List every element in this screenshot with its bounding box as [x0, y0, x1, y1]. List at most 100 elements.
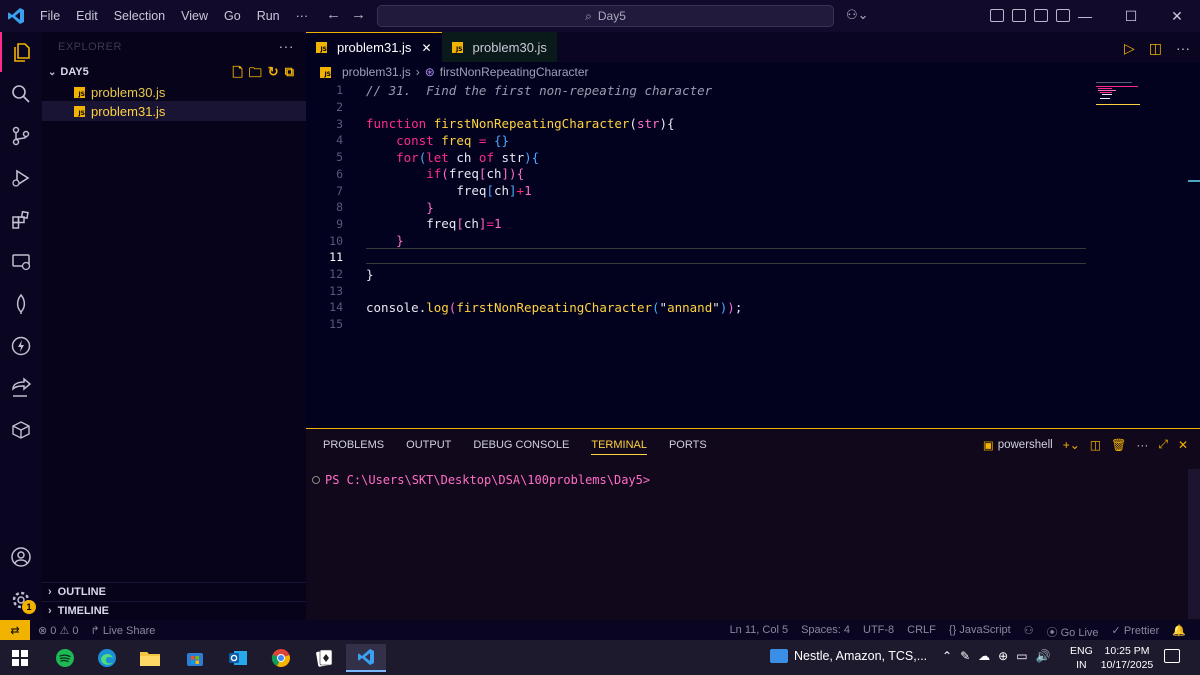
live-share-status[interactable]: ↱ Live Share	[91, 624, 156, 637]
problems-status[interactable]: ⊗ 0 ⚠ 0	[38, 624, 79, 637]
editor-scrollbar[interactable]	[1188, 180, 1200, 182]
news-widget[interactable]: Nestle, Amazon, TCS,...	[770, 649, 927, 663]
terminal-scrollbar[interactable]	[1188, 469, 1200, 619]
prettier-status[interactable]: ✓ Prettier	[1112, 624, 1160, 640]
menu-selection[interactable]: Selection	[106, 9, 173, 23]
line-number: 13	[329, 283, 343, 298]
code-line: 6 if(freq[ch]){	[306, 166, 1086, 183]
accounts-icon[interactable]	[0, 537, 42, 577]
tab-ports[interactable]: PORTS	[669, 439, 707, 455]
notifications-bell-icon[interactable]: 🔔	[1172, 624, 1186, 640]
lang-region: IN	[1076, 659, 1087, 671]
menu-run[interactable]: Run	[249, 9, 288, 23]
solitaire-icon[interactable]	[304, 644, 344, 672]
chevron-up-icon[interactable]: ⌃	[942, 649, 952, 663]
menu-edit[interactable]: Edit	[68, 9, 106, 23]
run-icon[interactable]: ▷	[1124, 40, 1135, 57]
outline-section[interactable]: › OUTLINE	[42, 582, 306, 601]
search-sidebar-icon[interactable]	[0, 74, 42, 114]
file-explorer-icon[interactable]	[130, 644, 170, 672]
terminal-shell-selector[interactable]: ▣ powershell	[983, 438, 1053, 452]
remote-explorer-icon[interactable]	[0, 242, 42, 282]
cursor-position[interactable]: Ln 11, Col 5	[730, 624, 789, 640]
tab-close-icon[interactable]: ✕	[421, 41, 431, 55]
tab-problems[interactable]: PROBLEMS	[323, 439, 384, 455]
chrome-icon[interactable]	[261, 644, 301, 672]
js-file-icon: JS	[451, 41, 463, 53]
encoding[interactable]: UTF-8	[863, 624, 894, 640]
search-icon: ⌕	[585, 8, 592, 23]
maximize-panel-icon[interactable]: ⤢	[1158, 437, 1168, 452]
split-editor-icon[interactable]: ◫	[1149, 40, 1162, 57]
split-terminal-icon[interactable]: ◫	[1090, 438, 1101, 452]
menu-file[interactable]: File	[32, 9, 68, 23]
breadcrumb-file[interactable]: problem31.js	[342, 65, 411, 79]
edge-browser-icon[interactable]	[87, 644, 127, 672]
remote-indicator-icon[interactable]: ⇄	[0, 620, 30, 640]
lightning-icon[interactable]	[0, 326, 42, 366]
forward-arrow-icon[interactable]: →	[351, 6, 366, 23]
file-problem31[interactable]: JS problem31.js	[42, 101, 306, 121]
pen-icon[interactable]: ✎	[960, 649, 970, 663]
back-arrow-icon[interactable]: ←	[326, 6, 341, 23]
microsoft-store-icon[interactable]	[175, 644, 215, 672]
volume-icon[interactable]: 🔊	[1036, 649, 1051, 663]
more-actions-icon[interactable]: ···	[1136, 438, 1148, 452]
close-button[interactable]: ✕	[1154, 0, 1200, 32]
network-icon[interactable]: ⊕	[998, 649, 1008, 663]
terminal-output[interactable]: PS C:\Users\SKT\Desktop\DSA\100problems\…	[312, 473, 650, 487]
extensions-icon[interactable]	[0, 200, 42, 240]
breadcrumb-symbol[interactable]: firstNonRepeatingCharacter	[440, 65, 589, 79]
outlook-icon[interactable]	[218, 644, 258, 672]
tab-debug-console[interactable]: DEBUG CONSOLE	[473, 439, 569, 455]
new-terminal-icon[interactable]: +⌄	[1063, 438, 1080, 452]
settings-gear-icon[interactable]	[0, 580, 42, 620]
command-center-search[interactable]: ⌕ Day5	[377, 5, 834, 27]
copilot-status-icon[interactable]: ⚇	[1024, 624, 1034, 640]
tab-problem31[interactable]: JS problem31.js ✕	[306, 32, 442, 62]
tab-problem30[interactable]: JS problem30.js	[441, 32, 557, 62]
status-right: Ln 11, Col 5 Spaces: 4 UTF-8 CRLF {} Jav…	[730, 624, 1186, 640]
file-problem30[interactable]: JS problem30.js	[42, 82, 306, 102]
clock[interactable]: 10:25 PM 10/17/2025	[1098, 644, 1156, 672]
language-indicator[interactable]: ENG IN	[1070, 644, 1093, 672]
end-of-line[interactable]: CRLF	[907, 624, 936, 640]
toggle-panel-icon[interactable]	[1034, 9, 1048, 22]
vscode-taskbar-icon[interactable]	[346, 644, 386, 672]
menu-go[interactable]: Go	[216, 9, 249, 23]
notification-center-icon[interactable]	[1164, 649, 1180, 663]
timeline-section[interactable]: › TIMELINE	[42, 601, 306, 620]
go-live-button[interactable]: ⦿ Go Live	[1047, 624, 1099, 640]
minimize-button[interactable]: —	[1062, 0, 1108, 32]
close-panel-icon[interactable]: ✕	[1178, 438, 1188, 452]
explorer-icon[interactable]	[0, 32, 42, 72]
source-control-icon[interactable]	[0, 116, 42, 156]
cloud-icon[interactable]: ☁	[978, 649, 990, 663]
live-share-icon[interactable]	[0, 368, 42, 408]
battery-icon[interactable]: ▭	[1016, 649, 1027, 663]
menu-view[interactable]: View	[173, 9, 216, 23]
indentation[interactable]: Spaces: 4	[801, 624, 850, 640]
containers-icon[interactable]	[0, 410, 42, 450]
outline-label: OUTLINE	[57, 586, 106, 598]
code-text: console.log(firstNonRepeatingCharacter("…	[366, 299, 743, 315]
explorer-header: EXPLORER ···	[42, 32, 306, 62]
explorer-more-button[interactable]: ···	[279, 38, 295, 54]
code-editor[interactable]: 1 // 31. Find the first non-repeating cha…	[306, 82, 1200, 428]
tab-terminal[interactable]: TERMINAL	[591, 439, 647, 455]
folder-day5[interactable]: ⌄ DAY5 🗋 🗀 ↻ ⧉	[42, 62, 306, 82]
copilot-icon[interactable]: ⚇⌄	[846, 7, 869, 23]
language-mode[interactable]: {} JavaScript	[949, 624, 1011, 640]
windows-start-icon[interactable]	[0, 644, 40, 672]
toggle-sidebar-icon[interactable]	[1012, 9, 1026, 22]
more-actions-icon[interactable]: ···	[1176, 40, 1190, 57]
minimap[interactable]	[1092, 80, 1152, 110]
tab-output[interactable]: OUTPUT	[406, 439, 451, 455]
spotify-icon[interactable]	[45, 644, 85, 672]
customize-layout-icon[interactable]	[990, 9, 1004, 22]
run-debug-icon[interactable]	[0, 158, 42, 198]
maximize-button[interactable]: ☐	[1108, 0, 1154, 32]
menu-more[interactable]: ···	[288, 9, 317, 23]
kill-terminal-trash-icon[interactable]: 🗑	[1111, 438, 1126, 452]
mongodb-leaf-icon[interactable]	[0, 284, 42, 324]
